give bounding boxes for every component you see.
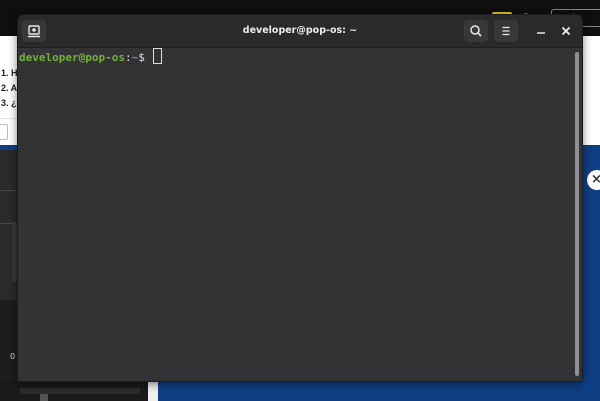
prompt-separator: : [124,51,132,64]
search-icon [470,25,482,37]
background-divider [0,190,18,191]
terminal-content[interactable]: developer@pop-os:~$ [18,48,582,381]
minimize-button[interactable] [532,22,550,40]
background-bottom-bar [20,388,140,394]
background-input[interactable] [0,124,8,140]
terminal-window[interactable]: developer@pop-os: ~ developer@pop-os:~$ [18,15,582,381]
scrollbar-thumb[interactable] [575,52,579,376]
prompt-user-host: developer@pop-os [19,51,125,64]
menu-button[interactable] [494,20,518,42]
terminal-titlebar[interactable]: developer@pop-os: ~ [18,15,582,48]
close-button[interactable] [557,22,575,40]
search-button[interactable] [464,20,488,42]
background-bottom-square [40,394,48,401]
minimize-icon [537,32,545,34]
new-tab-icon [28,25,40,38]
background-left-dark-panel [0,300,18,380]
background-divider [0,118,20,119]
scrollbar[interactable] [574,50,580,379]
background-left-value: 0 [10,352,16,361]
prompt-symbol: $ [138,51,145,64]
close-icon[interactable]: × [587,170,600,190]
hamburger-menu-icon [502,26,510,36]
new-tab-button[interactable] [22,20,46,42]
close-icon [561,26,571,36]
prompt-line: developer@pop-os:~$ [19,48,163,64]
text-cursor [153,48,163,64]
background-white-strip [148,378,158,401]
